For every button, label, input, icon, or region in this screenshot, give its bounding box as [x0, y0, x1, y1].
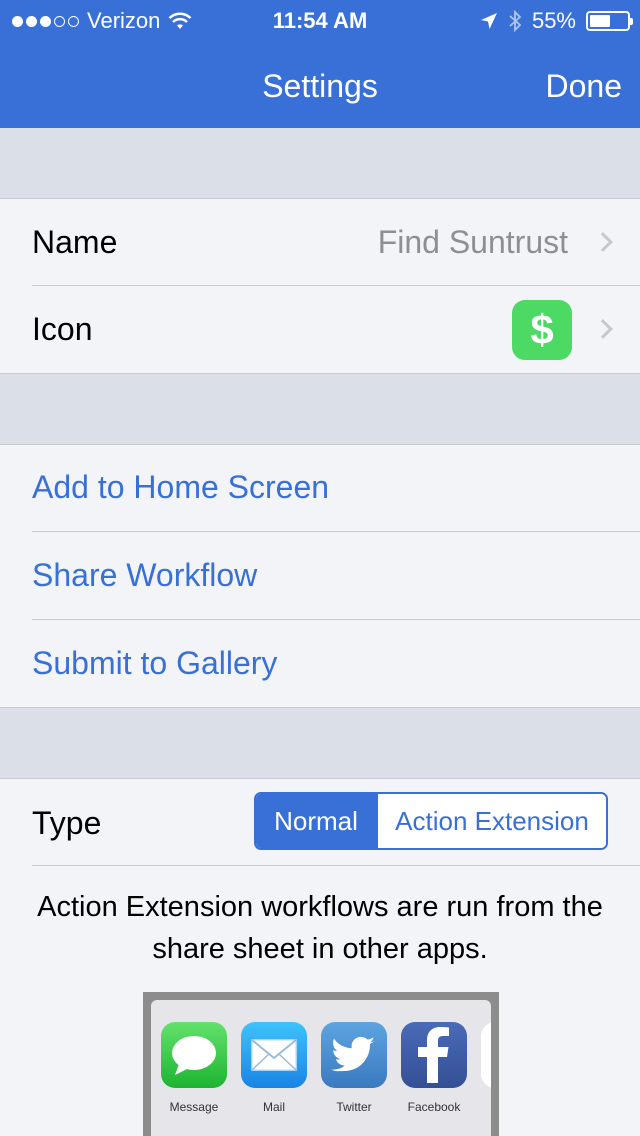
icon-label: Icon [32, 311, 93, 347]
page-title: Settings [262, 68, 378, 104]
share-app-label: Message [169, 1100, 219, 1114]
status-right: 55% [480, 8, 633, 34]
share-app-partial [481, 1022, 491, 1088]
share-app-label: Twitter [336, 1100, 372, 1114]
facebook-icon [401, 1022, 467, 1088]
battery-icon [586, 11, 633, 31]
type-description: Action Extension workflows are run from … [37, 891, 603, 965]
add-to-home-screen-row[interactable]: Add to Home Screen [0, 445, 640, 531]
battery-fill [590, 15, 610, 27]
share-sheet-panel: Message Mail Twitter Facebook [151, 1000, 491, 1136]
type-segmented-control[interactable]: Normal Action Extension [254, 792, 608, 850]
divider [32, 865, 640, 866]
share-workflow-row[interactable]: Share Workflow [0, 532, 640, 619]
name-value: Find Suntrust [377, 224, 568, 260]
share-app-mail: Mail [241, 1022, 307, 1114]
segment-action-extension[interactable]: Action Extension [376, 794, 606, 848]
navigation-bar: Verizon 11:54 AM 55% Settings Done [0, 0, 640, 128]
share-app-facebook: Facebook [401, 1022, 467, 1114]
chevron-right-icon [593, 319, 613, 339]
share-app-label: Facebook [407, 1100, 461, 1114]
name-row[interactable]: Name Find Suntrust [0, 199, 640, 285]
section-spacer [0, 374, 640, 444]
message-icon [161, 1022, 227, 1088]
share-app-label: Mail [262, 1100, 285, 1114]
share-workflow-link[interactable]: Share Workflow [32, 557, 257, 594]
name-label: Name [32, 224, 118, 260]
twitter-icon [321, 1022, 387, 1088]
section-spacer [0, 708, 640, 778]
dollar-sign-icon: $ [512, 300, 572, 360]
partial-app-icon [481, 1022, 491, 1088]
mail-icon [241, 1022, 307, 1088]
type-label: Type [32, 805, 102, 841]
share-app-message: Message [161, 1022, 227, 1114]
section-spacer [0, 128, 640, 198]
submit-to-gallery-row[interactable]: Submit to Gallery [0, 620, 640, 707]
battery-percent: 55% [531, 8, 576, 33]
status-bar: Verizon 11:54 AM 55% [0, 0, 640, 40]
share-sheet-preview: Message Mail Twitter Facebook [143, 992, 499, 1136]
share-app-twitter: Twitter [321, 1022, 387, 1114]
bluetooth-icon [509, 10, 522, 32]
done-button[interactable]: Done [546, 68, 623, 105]
submit-to-gallery-link[interactable]: Submit to Gallery [32, 645, 277, 682]
segment-normal[interactable]: Normal [256, 794, 376, 848]
add-to-home-screen-link[interactable]: Add to Home Screen [32, 469, 329, 506]
chevron-right-icon [593, 232, 613, 252]
location-arrow-icon [480, 13, 497, 29]
